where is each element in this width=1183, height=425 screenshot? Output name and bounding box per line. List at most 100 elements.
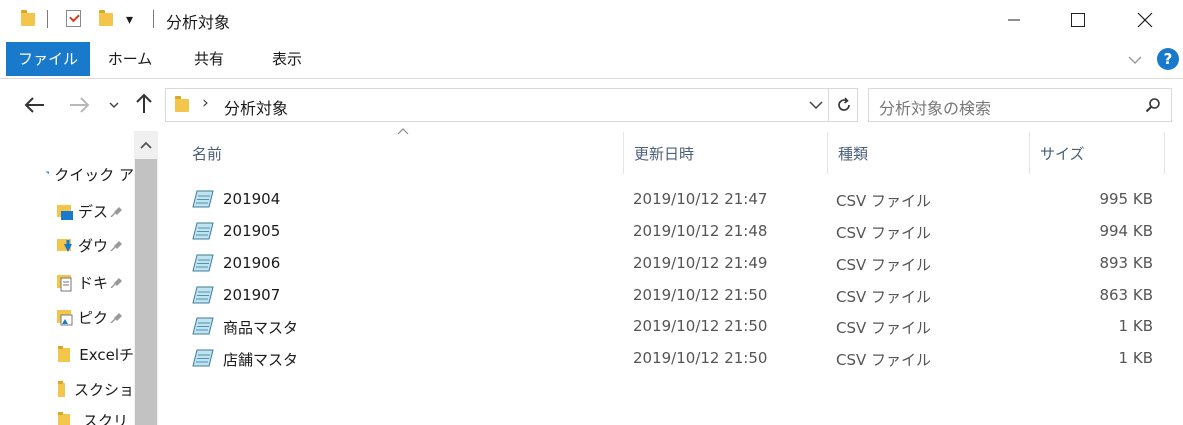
nav-item-label: スクリ — [83, 412, 129, 425]
new-folder-icon[interactable] — [99, 10, 113, 26]
properties-icon[interactable] — [66, 10, 81, 27]
forward-arrow-icon — [70, 97, 90, 113]
scroll-up-button[interactable] — [134, 131, 158, 159]
column-header-type[interactable]: 種類 — [838, 130, 1026, 176]
address-dropdown-icon[interactable] — [806, 94, 826, 116]
file-type: CSV ファイル — [836, 351, 932, 369]
close-button[interactable] — [1122, 0, 1168, 40]
file-size: 995 KB — [1099, 190, 1153, 208]
file-row[interactable]: 201905 2019/10/12 21:48 CSV ファイル 994 KB — [188, 216, 1163, 248]
minimize-button[interactable] — [991, 0, 1037, 40]
pin-icon[interactable] — [110, 274, 124, 291]
nav-item-label: ドキ — [78, 273, 109, 292]
close-icon — [1137, 12, 1153, 28]
search-box[interactable]: 分析対象の検索 — [868, 88, 1172, 122]
download-folder-icon — [57, 239, 72, 252]
minimize-icon — [1008, 19, 1020, 21]
maximize-icon — [1071, 13, 1085, 27]
nav-quick-access[interactable]: クイック ア — [44, 159, 134, 189]
nav-item-screenshot-folder[interactable]: スクショ — [56, 374, 134, 404]
maximize-button[interactable] — [1055, 0, 1101, 40]
file-name: 201907 — [223, 286, 281, 304]
pin-icon[interactable] — [110, 309, 124, 326]
file-type: CSV ファイル — [836, 319, 932, 337]
folder-icon — [58, 412, 70, 425]
star-icon — [45, 171, 50, 183]
tab-view[interactable]: 表示 — [252, 42, 322, 76]
column-divider[interactable] — [1029, 132, 1030, 174]
file-type: CSV ファイル — [836, 256, 932, 274]
csv-file-icon — [192, 222, 214, 240]
back-button[interactable] — [22, 93, 48, 117]
nav-quick-access-label: クイック ア — [54, 165, 134, 184]
folder-icon — [58, 381, 65, 397]
expand-ribbon-icon[interactable] — [1125, 50, 1145, 70]
up-arrow-icon — [136, 93, 152, 113]
nav-pane-scrollbar-thumb[interactable] — [135, 159, 157, 425]
nav-item-desktop[interactable]: デス — [56, 196, 134, 226]
column-header-name[interactable]: 名前 — [192, 130, 620, 176]
file-date: 2019/10/12 21:50 — [633, 286, 768, 304]
folder-icon — [21, 10, 35, 26]
nav-item-label: ダウ — [78, 236, 109, 255]
refresh-button[interactable] — [828, 88, 858, 122]
column-divider[interactable] — [623, 132, 624, 174]
file-date: 2019/10/12 21:50 — [633, 317, 768, 335]
file-row[interactable]: 201907 2019/10/12 21:50 CSV ファイル 863 KB — [188, 280, 1163, 312]
title-bar: ▾ 分析対象 — [0, 0, 1183, 42]
help-icon[interactable]: ? — [1157, 48, 1179, 70]
pin-icon[interactable] — [110, 237, 124, 254]
chevron-down-icon — [109, 102, 119, 109]
csv-file-icon — [192, 190, 214, 208]
column-divider[interactable] — [827, 132, 828, 174]
file-type: CSV ファイル — [836, 192, 932, 210]
nav-item-label: デス — [78, 202, 109, 221]
file-size: 994 KB — [1099, 222, 1153, 240]
address-bar[interactable]: › 分析対象 — [165, 88, 858, 122]
back-arrow-icon — [24, 97, 44, 113]
nav-item-label: ピク — [78, 308, 109, 327]
desktop-icon — [57, 205, 73, 220]
file-row[interactable]: 商品マスタ 2019/10/12 21:50 CSV ファイル 1 KB — [188, 311, 1163, 343]
file-name: 201904 — [223, 190, 281, 208]
folder-icon — [58, 346, 70, 362]
csv-file-icon — [192, 317, 214, 335]
breadcrumb-chevron-icon[interactable]: › — [202, 93, 209, 113]
nav-item-excel-folder[interactable]: Excelチ — [56, 339, 134, 369]
nav-item-documents[interactable]: ドキ — [56, 267, 134, 297]
nav-item-downloads[interactable]: ダウ — [56, 230, 134, 260]
file-date: 2019/10/12 21:48 — [633, 222, 768, 240]
search-icon[interactable] — [1145, 97, 1161, 117]
ribbon-tabs: ファイル ホーム 共有 表示 ? — [0, 42, 1183, 79]
up-button[interactable] — [132, 91, 156, 115]
nav-item-label: Excelチ — [79, 345, 134, 364]
csv-file-icon — [192, 254, 214, 272]
file-row[interactable]: 店舗マスタ 2019/10/12 21:50 CSV ファイル 1 KB — [188, 343, 1163, 375]
nav-item-label: スクショ — [73, 380, 134, 399]
csv-file-icon — [192, 286, 214, 304]
recent-locations-button[interactable] — [106, 93, 122, 117]
breadcrumb-current[interactable]: 分析対象 — [224, 95, 288, 119]
file-size: 1 KB — [1118, 317, 1153, 335]
column-header-size[interactable]: サイズ — [1040, 130, 1160, 176]
file-date: 2019/10/12 21:47 — [633, 190, 768, 208]
file-name: 201906 — [223, 254, 281, 272]
tab-share[interactable]: 共有 — [176, 42, 242, 76]
file-row[interactable]: 201904 2019/10/12 21:47 CSV ファイル 995 KB — [188, 184, 1163, 216]
document-icon — [57, 275, 72, 292]
separator — [47, 10, 48, 28]
file-row[interactable]: 201906 2019/10/12 21:49 CSV ファイル 893 KB — [188, 248, 1163, 280]
tab-file[interactable]: ファイル — [6, 42, 90, 76]
forward-button[interactable] — [66, 93, 92, 117]
column-divider[interactable] — [1164, 132, 1165, 174]
csv-file-icon — [192, 349, 214, 367]
quick-access-dropdown-icon[interactable]: ▾ — [126, 12, 133, 28]
nav-item-script-folder[interactable]: スクリ — [56, 408, 134, 425]
file-type: CSV ファイル — [836, 224, 932, 242]
tab-home[interactable]: ホーム — [94, 42, 166, 76]
column-header-date[interactable]: 更新日時 — [634, 130, 824, 176]
nav-item-pictures[interactable]: ピク — [56, 302, 134, 332]
refresh-icon — [837, 97, 850, 111]
picture-icon — [57, 310, 73, 326]
pin-icon[interactable] — [110, 203, 124, 220]
